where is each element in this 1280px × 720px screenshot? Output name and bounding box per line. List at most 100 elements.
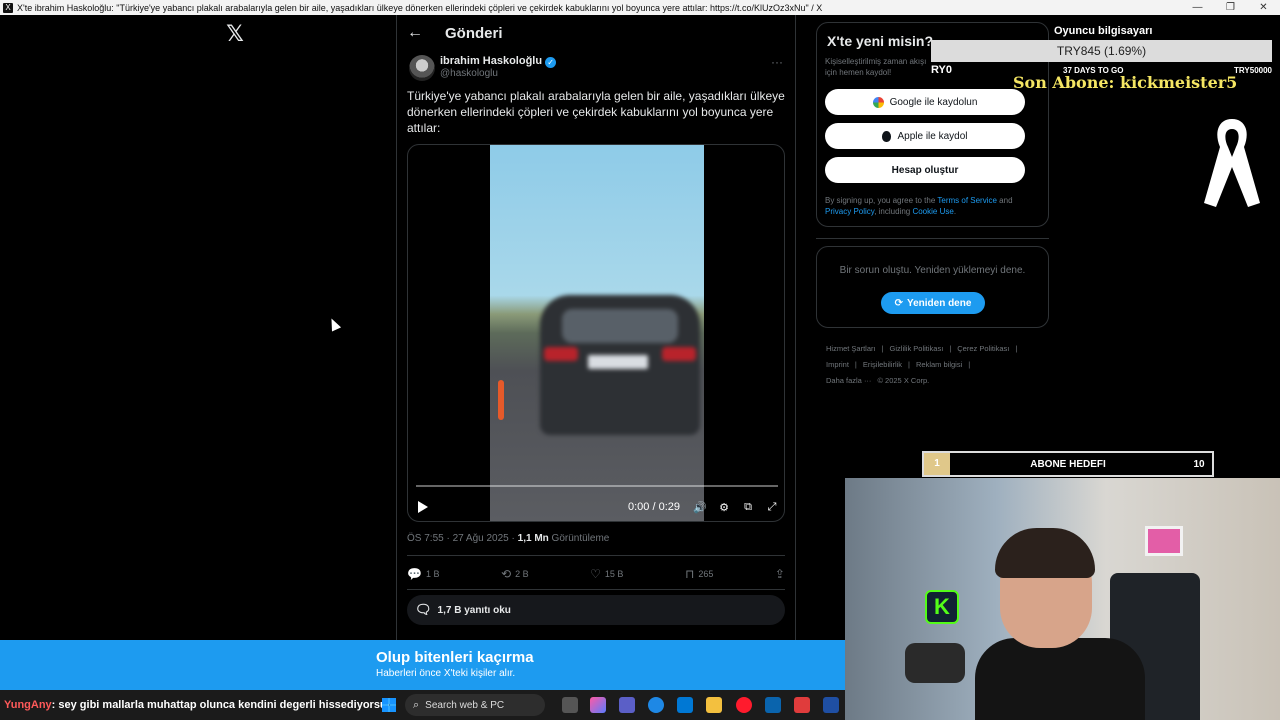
- google-signup-button[interactable]: Google ile kaydolun: [825, 89, 1025, 115]
- x-logo-icon[interactable]: 𝕏: [224, 23, 246, 45]
- sub-goal-bar: 1 ABONE HEDEFI 10: [922, 451, 1214, 477]
- video-frame: [490, 145, 704, 521]
- reply-count: 1 B: [425, 569, 440, 579]
- play-icon[interactable]: [418, 501, 428, 513]
- post-timestamp[interactable]: ÖS 7:55 · 27 Ağu 2025 ·: [407, 533, 518, 544]
- retry-button[interactable]: ⟳ Yeniden dene: [881, 292, 985, 314]
- streamer-body: [975, 638, 1145, 720]
- cookie-use-link[interactable]: Cookie Use: [912, 207, 953, 216]
- maximize-button[interactable]: ❐: [1214, 2, 1247, 13]
- divider: [407, 589, 785, 590]
- app-w-icon[interactable]: [794, 697, 810, 713]
- post-header: ← Gönderi: [397, 15, 795, 51]
- volume-icon[interactable]: 🔊: [688, 501, 712, 514]
- teams-icon[interactable]: [619, 697, 635, 713]
- chat-message: YungAny: sey gibi mallarla muhattap olun…: [4, 699, 393, 711]
- settings-gear-icon[interactable]: ⚙: [712, 501, 736, 514]
- bookmark-button[interactable]: ⊓ 265: [685, 567, 713, 581]
- post-actions: 💬 1 B ⟲ 2 B ♡ 15 B ⊓ 265 ⇪: [407, 565, 785, 583]
- task-view-icon[interactable]: [562, 697, 578, 713]
- privacy-policy-link[interactable]: Privacy Policy: [825, 207, 874, 216]
- mouse-cursor-icon: [326, 316, 342, 332]
- banner-headline: Olup bitenleri kaçırma: [376, 649, 534, 666]
- author-name-row[interactable]: ibrahim Haskoloğlu ✓: [440, 55, 557, 68]
- more-options-icon[interactable]: ···: [771, 55, 783, 69]
- sub-goal-label: ABONE HEDEFI: [1030, 458, 1106, 470]
- apple-icon: [882, 130, 892, 142]
- outlook-icon[interactable]: [765, 697, 781, 713]
- taskbar-search[interactable]: ⌕ Search web & PC: [405, 694, 545, 716]
- apple-signup-label: Apple ile kaydol: [897, 130, 968, 142]
- video-time: 0:00 / 0:29: [628, 501, 680, 513]
- video-player[interactable]: 0:00 / 0:29 🔊 ⚙ ⧉ ⤢: [407, 144, 785, 522]
- kick-logo-icon: K: [925, 590, 959, 624]
- create-account-button[interactable]: Hesap oluştur: [825, 157, 1025, 183]
- footer-separator: |: [1015, 344, 1018, 353]
- google-signup-label: Google ile kaydolun: [889, 96, 978, 108]
- apple-signup-button[interactable]: Apple ile kaydol: [825, 123, 1025, 149]
- minimize-button[interactable]: —: [1181, 2, 1214, 13]
- car-taillight-right: [662, 347, 696, 361]
- verified-badge-icon: ✓: [545, 57, 557, 68]
- terms-text: .: [953, 207, 957, 216]
- repost-button[interactable]: ⟲ 2 B: [501, 567, 529, 581]
- car-plate: [588, 355, 648, 369]
- terms-of-service-link[interactable]: Terms of Service: [937, 196, 997, 205]
- back-arrow-icon[interactable]: ←: [407, 24, 427, 42]
- edge-icon[interactable]: [648, 697, 664, 713]
- opera-icon[interactable]: [736, 697, 752, 713]
- like-button[interactable]: ♡ 15 B: [590, 567, 623, 581]
- footer-link-ads[interactable]: Reklam bilgisi: [916, 360, 962, 369]
- copilot-icon[interactable]: [590, 697, 606, 713]
- donation-goal-title: Oyuncu bilgisayarı: [1054, 25, 1153, 37]
- windows-start-icon[interactable]: [382, 698, 396, 712]
- author-handle[interactable]: @haskologlu: [440, 68, 498, 79]
- terms-text: and: [996, 196, 1013, 205]
- search-placeholder: Search web & PC: [425, 699, 505, 711]
- read-replies-button[interactable]: 🗨 1,7 B yanıtı oku: [407, 595, 785, 625]
- footer-copyright: © 2025 X Corp.: [877, 376, 930, 385]
- reply-button[interactable]: 💬 1 B: [407, 567, 439, 581]
- close-button[interactable]: ✕: [1247, 2, 1280, 13]
- repost-icon: ⟲: [501, 567, 512, 581]
- avatar[interactable]: [409, 55, 435, 81]
- like-count: 15 B: [604, 569, 624, 579]
- banner-subtext: Haberleri önce X'teki kişiler alır.: [376, 668, 516, 679]
- file-explorer-icon[interactable]: [706, 697, 722, 713]
- pip-icon[interactable]: ⧉: [736, 501, 760, 514]
- car-window-shape: [562, 309, 678, 343]
- login-banner[interactable]: Olup bitenleri kaçırma Haberleri önce X'…: [0, 640, 845, 690]
- video-progress-bar[interactable]: [416, 485, 778, 487]
- car-taillight-left: [544, 347, 578, 361]
- footer-link-more[interactable]: Daha fazla ···: [826, 376, 871, 385]
- read-replies-label: 1,7 B yanıtı oku: [437, 604, 511, 616]
- author-name[interactable]: ibrahim Haskoloğlu: [440, 55, 542, 67]
- views-count: 1,1 Mn: [517, 533, 549, 544]
- share-icon: ⇪: [774, 567, 785, 581]
- footer-links: Hizmet Şartları | Gizlilik Politikası | Çere…: [826, 341, 1041, 389]
- footer-link-cookies[interactable]: Çerez Politikası: [957, 344, 1009, 353]
- footer-separator: |: [854, 360, 857, 369]
- sub-goal-target: 10: [1193, 458, 1205, 470]
- footer-link-terms[interactable]: Hizmet Şartları: [826, 344, 876, 353]
- share-button[interactable]: ⇪: [775, 567, 785, 581]
- speech-bubble-icon: 🗨: [415, 602, 432, 617]
- chat-username: YungAny: [4, 699, 52, 711]
- microphone: [905, 643, 965, 683]
- store-icon[interactable]: [677, 697, 693, 713]
- donation-goal-bar: TRY845 (1.69%): [931, 40, 1272, 62]
- streamer-hair: [995, 528, 1095, 578]
- footer-link-imprint[interactable]: Imprint: [826, 360, 849, 369]
- divider: [407, 555, 785, 556]
- x-app-icon: X: [3, 2, 13, 13]
- footer-link-privacy[interactable]: Gizlilik Politikası: [890, 344, 944, 353]
- post-meta: ÖS 7:55 · 27 Ağu 2025 · 1,1 Mn Görüntüle…: [407, 533, 609, 544]
- divider: [816, 238, 1049, 239]
- footer-link-accessibility[interactable]: Erişilebilirlik: [863, 360, 902, 369]
- post-column: ← Gönderi ibrahim Haskoloğlu ✓ @haskologl…: [396, 15, 796, 640]
- app-l-icon[interactable]: [823, 697, 839, 713]
- signup-title: X'te yeni misin?: [827, 33, 934, 49]
- terms-text: By signing up, you agree to the: [825, 196, 938, 205]
- refresh-icon: ⟳: [894, 297, 903, 309]
- fullscreen-icon[interactable]: ⤢: [760, 501, 784, 514]
